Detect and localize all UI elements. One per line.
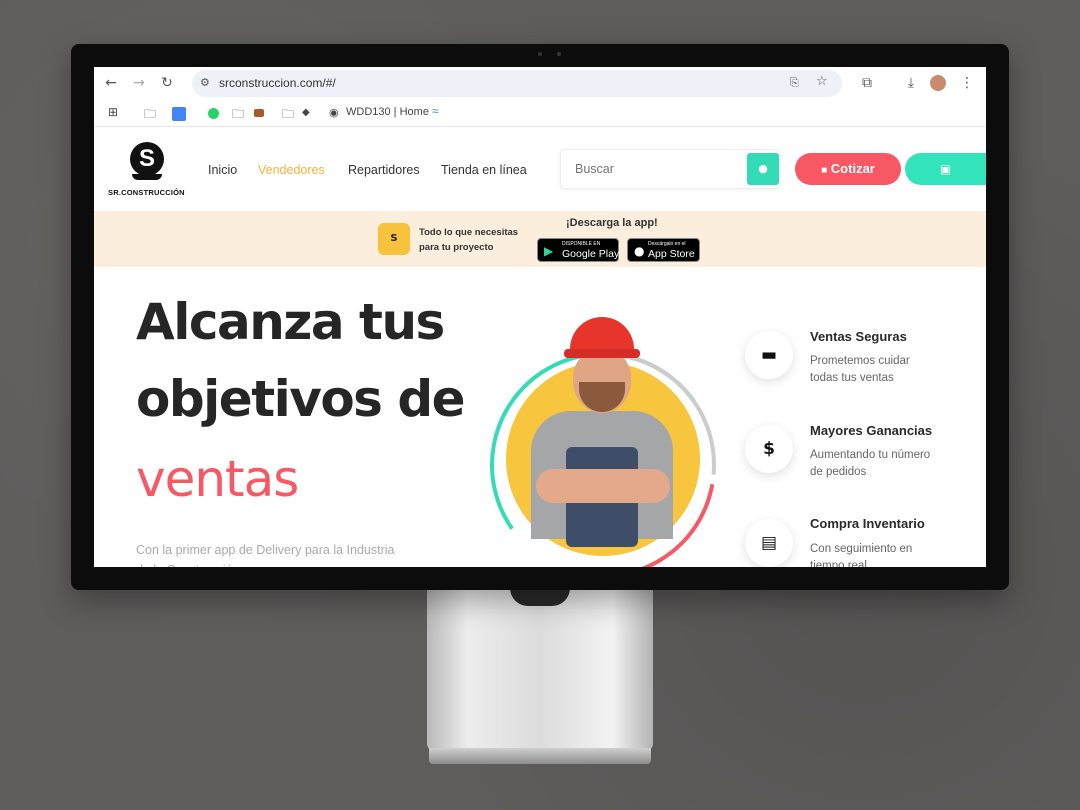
wifi-icon[interactable]: ≈	[432, 104, 439, 118]
nav-repartidores[interactable]: Repartidores	[348, 163, 420, 177]
apple-icon: ●	[634, 244, 645, 258]
nav-inicio[interactable]: Inicio	[208, 163, 237, 177]
feature-desc: Con seguimiento en tiempo real	[810, 543, 913, 567]
bookmarks-bar: ⊞ 🗀 🗀 🗀 ◆ ◉ WDD130 | Home ≈	[94, 101, 986, 127]
camera-icon	[538, 52, 542, 56]
graduation-cap-icon[interactable]: ◆	[302, 107, 310, 118]
hero-title-line3: ventas	[136, 450, 299, 508]
folder-icon[interactable]: 🗀	[282, 105, 294, 126]
nav-vendedores[interactable]: Vendedores	[258, 163, 325, 177]
feature-title: Ventas Seguras	[810, 329, 907, 344]
cart-button[interactable]: ▣	[905, 153, 986, 185]
logo-icon[interactable]: S	[130, 142, 164, 176]
app-store-small: Descárgalo en el	[648, 241, 686, 247]
chat-icon: ■	[821, 165, 828, 176]
reload-icon[interactable]: ↻	[158, 74, 176, 92]
banner-tagline: Todo lo que necesitas para tu proyecto	[419, 227, 519, 253]
bookmark-wdd130[interactable]: WDD130 | Home	[346, 106, 429, 118]
briefcase-icon[interactable]	[254, 109, 264, 117]
google-play-button[interactable]: ▶ DISPONIBLE EN Google Play	[537, 238, 619, 262]
back-arrow-icon[interactable]: ←	[102, 74, 120, 92]
search-button[interactable]: ●	[747, 153, 779, 185]
google-play-icon: ▶	[544, 244, 554, 258]
folder-icon[interactable]: 🗀	[232, 105, 244, 126]
stand-cable-hole	[510, 588, 570, 606]
google-play-label: Google Play	[562, 248, 620, 260]
monitor-stand-base	[429, 748, 651, 764]
hero-title-line1: Alcanza tus	[136, 293, 445, 351]
site-header: S SR.CONSTRUCCIÓN Inicio Vendedores Repa…	[94, 129, 986, 211]
globe-icon[interactable]: ◉	[329, 106, 339, 119]
app-logo-icon: S	[378, 223, 410, 255]
browser-screen: ← → ↻ ⚙ srconstruccion.com/#/ ⎘ ☆ ⧉ ⤓ ⋮ …	[94, 67, 986, 567]
cotizar-button[interactable]: ■ Cotizar	[795, 153, 901, 185]
install-app-icon[interactable]: ⎘	[790, 76, 799, 90]
monitor-stand	[427, 585, 653, 750]
menu-dots-icon[interactable]: ⋮	[958, 74, 976, 92]
cotizar-label: Cotizar	[830, 161, 875, 176]
shopping-bag-icon: ▣	[939, 162, 952, 176]
inbox-icon: ▤	[745, 519, 793, 567]
search-icon: ●	[758, 162, 768, 175]
folder-icon[interactable]: 🗀	[144, 105, 156, 126]
site-settings-icon[interactable]: ⚙	[200, 76, 210, 89]
app-store-label: App Store	[648, 248, 695, 260]
feature-title: Compra Inventario	[810, 516, 925, 531]
hard-hat-brim	[564, 349, 640, 358]
search-input[interactable]	[561, 150, 747, 188]
extensions-icon[interactable]: ⧉	[858, 74, 876, 92]
url-text[interactable]: srconstruccion.com/#/	[219, 76, 336, 90]
download-icon[interactable]: ⤓	[902, 74, 920, 92]
hero-title-line2: objetivos de	[136, 370, 466, 428]
browser-toolbar: ← → ↻ ⚙ srconstruccion.com/#/ ⎘ ☆ ⧉ ⤓ ⋮	[94, 67, 986, 99]
logo-text[interactable]: SR.CONSTRUCCIÓN	[108, 188, 185, 197]
profile-avatar[interactable]	[930, 75, 946, 91]
app-store-button[interactable]: ● Descárgalo en el App Store	[627, 238, 700, 262]
logo-mustache-icon	[132, 174, 162, 180]
forward-arrow-icon[interactable]: →	[130, 74, 148, 92]
calendar-icon[interactable]	[172, 107, 186, 121]
feature-desc: Prometemos cuidar todas tus ventas	[810, 355, 910, 384]
worker-arms	[536, 469, 670, 503]
bookmark-star-icon[interactable]: ☆	[816, 74, 828, 89]
app-download-banner: S Todo lo que necesitas para tu proyecto…	[94, 211, 986, 267]
hero-subtitle: Con la primer app de Delivery para la In…	[136, 543, 395, 567]
banner-title: ¡Descarga la app!	[566, 217, 658, 229]
apps-grid-icon[interactable]: ⊞	[108, 105, 118, 119]
feature-desc: Aumentando tu número de pedidos	[810, 449, 931, 478]
feature-title: Mayores Ganancias	[810, 423, 933, 438]
nav-tienda[interactable]: Tienda en línea	[441, 163, 527, 177]
address-bar[interactable]: ⚙ srconstruccion.com/#/ ⎘ ☆	[192, 70, 842, 97]
sensor-icon	[557, 52, 561, 56]
dollar-icon: $	[745, 425, 793, 473]
lock-icon: ▬	[745, 331, 793, 379]
whatsapp-icon[interactable]	[208, 108, 219, 119]
google-play-small: DISPONIBLE EN	[562, 241, 601, 247]
